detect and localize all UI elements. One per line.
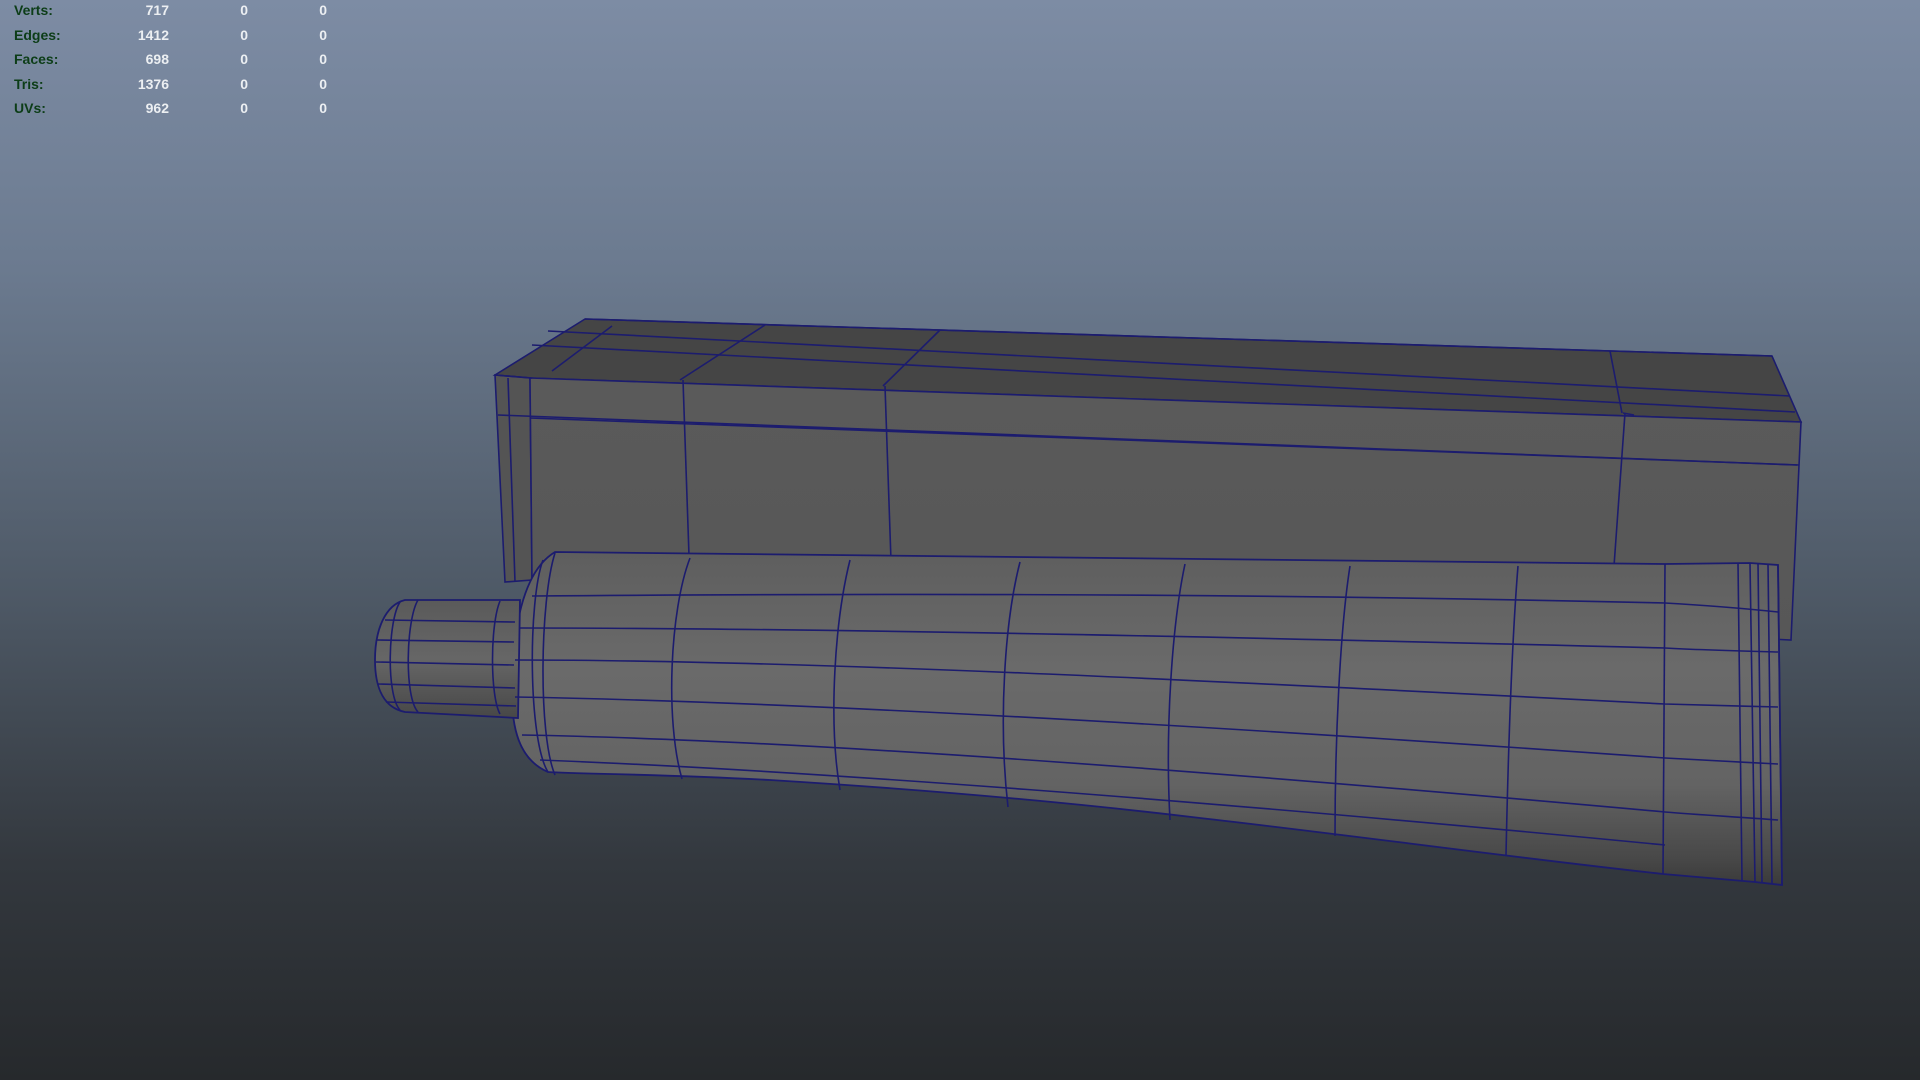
hud-value-selected: 0	[240, 26, 248, 43]
hud-value-selected: 0	[240, 2, 248, 18]
hud-row-edges: Edges: 1412 0 0	[14, 23, 334, 48]
hud-value-selected: 0	[240, 75, 248, 92]
hud-value-selected: 0	[240, 100, 248, 116]
hud-value-other: 0	[319, 100, 327, 116]
tube-mesh[interactable]	[374, 551, 1783, 887]
hud-value-total: 698	[145, 51, 169, 67]
hud-value-total: 1376	[137, 75, 169, 92]
tube-cap	[374, 599, 521, 719]
hud-row-faces: Faces: 698 0 0	[14, 47, 334, 72]
hud-row-uvs: UVs: 962 0 0	[14, 96, 334, 121]
hud-value-other: 0	[319, 26, 327, 43]
hud-value-selected: 0	[240, 51, 248, 67]
hud-value-other: 0	[319, 51, 327, 67]
hud-label: Tris:	[14, 75, 44, 92]
hud-label: UVs:	[14, 100, 46, 116]
hud-value-total: 717	[145, 2, 169, 18]
hud-label: Edges:	[14, 26, 61, 43]
hud-value-other: 0	[319, 2, 327, 18]
hud-row-verts: Verts: 717 0 0	[14, 0, 334, 23]
hud-value-total: 1412	[137, 26, 169, 43]
hud-value-other: 0	[319, 75, 327, 92]
poly-count-hud: Verts: 717 0 0 Edges: 1412 0 0 Faces: 69…	[14, 0, 334, 121]
scene-render[interactable]	[0, 0, 1920, 1080]
hud-value-total: 962	[145, 100, 169, 116]
hud-label: Faces:	[14, 51, 59, 67]
hud-row-tris: Tris: 1376 0 0	[14, 72, 334, 97]
3d-viewport[interactable]: Verts: 717 0 0 Edges: 1412 0 0 Faces: 69…	[0, 0, 1920, 1080]
hud-label: Verts:	[14, 2, 53, 18]
